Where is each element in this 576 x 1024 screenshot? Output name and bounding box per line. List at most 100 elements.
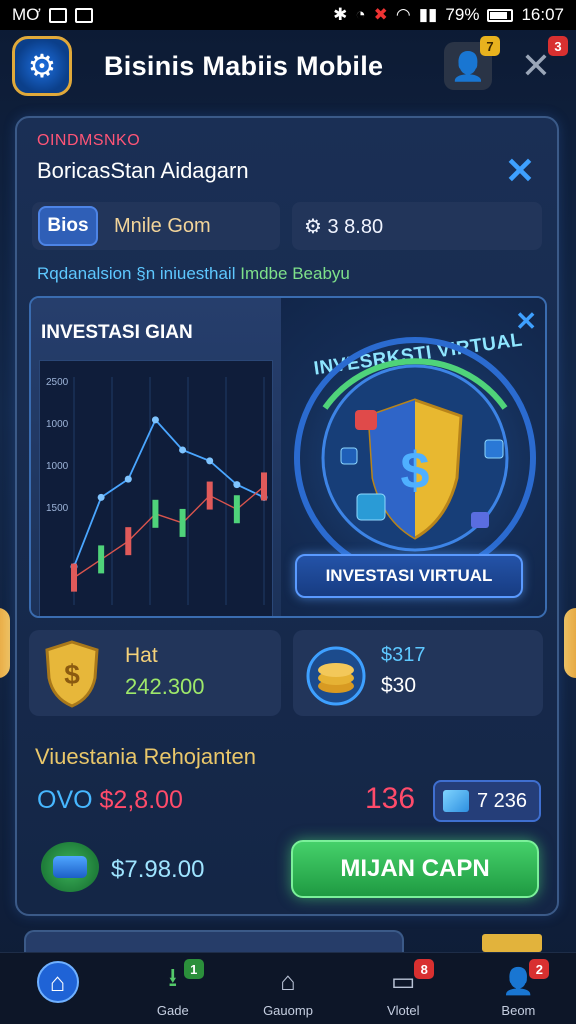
virtual-card[interactable]: ✕ INVESRKSTI VIRTUAL $ INVESTASI VIRTUAL bbox=[281, 298, 545, 616]
nav-label-beom: Beom bbox=[501, 1003, 536, 1018]
chart-card[interactable]: INVESTASI GIAN 2500 1000 1000 1500 bbox=[31, 298, 281, 616]
investment-chart: 2500 1000 1000 1500 bbox=[46, 377, 268, 605]
nav-label-gauomp: Gauomp bbox=[263, 1003, 313, 1018]
nav-item-gauomp[interactable]: ⌂ Gauomp bbox=[230, 953, 345, 1024]
chart-y-tick-label: 1500 bbox=[46, 503, 69, 514]
panel-subtitle: BoricasStan Aidagarn bbox=[37, 158, 249, 183]
chart-candle bbox=[206, 481, 213, 510]
chart-area: 2500 1000 1000 1500 bbox=[39, 360, 273, 616]
summary-count: 136 bbox=[365, 782, 416, 815]
shield-dollar-icon: $ bbox=[294, 337, 536, 558]
image-notification-icon bbox=[74, 7, 93, 23]
mode-field-label: Mnile Gom bbox=[114, 214, 211, 237]
user-icon: 👤 bbox=[450, 50, 486, 82]
notification-icon bbox=[48, 7, 67, 23]
side-coin-left-decoration bbox=[0, 608, 10, 678]
chart-candle bbox=[179, 508, 186, 537]
chart-y-tick-label: 2500 bbox=[46, 377, 69, 388]
chart-y-tick-label: 1000 bbox=[46, 461, 69, 472]
amount-field-value: ⚙ 3 8.80 bbox=[304, 215, 384, 238]
status-left: MƠ bbox=[12, 5, 93, 25]
bottom-nav: ⌂ ⭳ 1 Gade ⌂ Gauomp ▭ 8 Vlotel 👤 2 Beom bbox=[0, 952, 576, 1024]
download-icon: ⭳ 1 bbox=[152, 959, 204, 1001]
stat-b-label: $317 bbox=[381, 644, 426, 666]
header-close-button[interactable]: ✕ 3 bbox=[512, 36, 568, 90]
chart-series-line bbox=[73, 418, 265, 568]
virtual-investment-button[interactable]: INVESTASI VIRTUAL bbox=[295, 554, 523, 598]
amount-field[interactable]: ⚙ 3 8.80 bbox=[292, 202, 542, 250]
stat-a-label: Hat bbox=[125, 644, 158, 667]
battery-percent: 79% bbox=[445, 5, 480, 24]
chart-candle bbox=[152, 499, 159, 528]
nav-label-vlotel: Vlotel bbox=[386, 1003, 420, 1018]
profile-button[interactable]: 👤 7 bbox=[444, 36, 500, 90]
alarm-icon: ◔ bbox=[355, 5, 366, 24]
chart-candle bbox=[125, 527, 132, 556]
status-right: ✱ ◔ ✖ ◠ ▮▮ 79% 16:07 bbox=[333, 5, 564, 25]
chart-candle bbox=[98, 545, 105, 574]
gem-cube-icon bbox=[443, 790, 469, 812]
app-header: ⚙ Bisinis Mabiis Mobile 👤 7 ✕ 3 bbox=[0, 30, 576, 102]
mode-field[interactable]: Bios Mnile Gom bbox=[32, 202, 280, 250]
svg-text:$: $ bbox=[401, 442, 430, 500]
gem-balance: 7 236 bbox=[477, 789, 528, 812]
wifi-icon: ◠ bbox=[395, 5, 411, 24]
profile-badge: 7 bbox=[480, 36, 500, 56]
bluetooth-icon: ✱ bbox=[333, 5, 348, 24]
close-badge: 3 bbox=[548, 36, 568, 56]
mute-icon: ✖ bbox=[373, 5, 388, 24]
chart-y-tick-label: 1000 bbox=[46, 419, 69, 430]
battery-icon bbox=[487, 8, 514, 22]
chart-point bbox=[124, 475, 132, 483]
chart-point bbox=[206, 457, 214, 465]
showcase: INVESTASI GIAN 2500 1000 1000 1500 ✕ INVESR… bbox=[29, 296, 547, 618]
stat-b-value: $30 bbox=[381, 674, 417, 697]
next-card-coin-peek bbox=[482, 934, 542, 952]
app-logo-gear-icon[interactable]: ⚙ bbox=[12, 36, 72, 96]
signal-icon: ▮▮ bbox=[418, 5, 438, 24]
chart-candle bbox=[233, 495, 240, 524]
nav-label-gade: Gade bbox=[156, 1003, 189, 1018]
store-icon: ⌂ bbox=[280, 965, 296, 996]
info-highlight: Imdbe Beabyu bbox=[240, 264, 350, 283]
nav-item-vlotel[interactable]: ▭ 8 Vlotel bbox=[346, 953, 461, 1024]
nav-vlotel-badge: 8 bbox=[414, 959, 435, 979]
info-line: Rqdanalsion §n iniuesthail Imdbe Beabyu bbox=[37, 264, 350, 284]
svg-text:$: $ bbox=[64, 659, 80, 690]
clock: 16:07 bbox=[521, 5, 564, 24]
nav-item-gade[interactable]: ⭳ 1 Gade bbox=[115, 953, 230, 1024]
nav-gade-badge: 1 bbox=[183, 959, 204, 979]
next-card-peek[interactable] bbox=[24, 930, 404, 952]
gold-shield-icon: $ bbox=[45, 640, 99, 708]
summary-left-value: OVO $2,8.00 bbox=[37, 786, 183, 815]
side-coin-right-decoration bbox=[564, 608, 576, 678]
chart-point bbox=[233, 481, 241, 489]
nav-beom-badge: 2 bbox=[529, 959, 550, 979]
status-bar: MƠ ✱ ◔ ✖ ◠ ▮▮ 79% 16:07 bbox=[0, 0, 576, 30]
home-icon: ⌂ bbox=[36, 961, 79, 1003]
primary-cta-button[interactable]: MIJAN CAPN bbox=[291, 840, 539, 898]
summary-amount: $2,8.00 bbox=[99, 786, 183, 814]
summary-title: Viuestania Rehojanten bbox=[35, 744, 256, 769]
chart-title: INVESTASI GIAN bbox=[41, 322, 193, 343]
mode-chip[interactable]: Bios bbox=[38, 206, 98, 246]
nav-item-home[interactable]: ⌂ bbox=[0, 953, 115, 1024]
wallet-icon bbox=[41, 842, 99, 892]
gem-balance-chip[interactable]: 7 236 bbox=[433, 780, 541, 822]
nav-item-beom[interactable]: 👤 2 Beom bbox=[461, 953, 576, 1024]
investment-panel: OINDMSNKO BoricasStan Aidagarn ✕ Bios Mn… bbox=[15, 116, 559, 916]
chart-point bbox=[151, 416, 159, 424]
pay-amount: $7.98.00 bbox=[111, 856, 205, 883]
chart-candle bbox=[71, 563, 77, 592]
stat-card-shield[interactable]: $ Hat 242.300 bbox=[29, 630, 281, 716]
stat-card-coins[interactable]: $317 $30 bbox=[293, 630, 543, 716]
chart-point bbox=[97, 493, 105, 501]
panel-close-button[interactable]: ✕ bbox=[505, 150, 535, 192]
person-icon: 👤 2 bbox=[497, 959, 550, 1001]
stat-a-value: 242.300 bbox=[125, 674, 205, 699]
status-carrier: MƠ bbox=[12, 5, 41, 24]
app-title: Bisinis Mabiis Mobile bbox=[104, 50, 384, 81]
info-text: Rqdanalsion §n iniuesthail bbox=[37, 264, 236, 283]
chart-candle bbox=[261, 472, 267, 501]
panel-tag: OINDMSNKO bbox=[37, 132, 141, 149]
